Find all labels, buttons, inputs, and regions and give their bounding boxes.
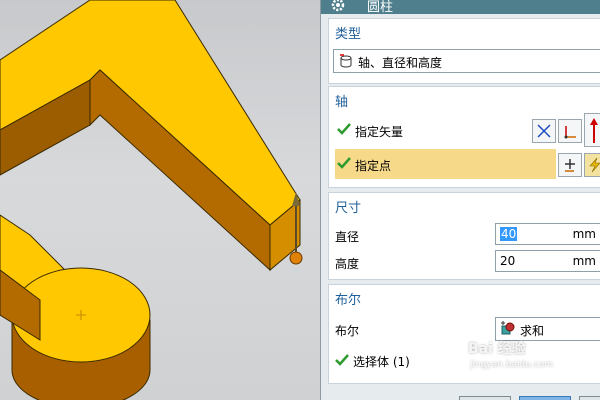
- dialog-title: 圆柱: [367, 0, 394, 15]
- type-select-value: 轴、直径和高度: [358, 56, 443, 70]
- boolean-label: 布尔: [335, 324, 360, 338]
- check-icon: [335, 354, 349, 366]
- check-icon: [337, 157, 351, 169]
- unite-icon: [501, 321, 515, 335]
- boolean-group-title: 布尔: [335, 293, 362, 308]
- specify-vector-label[interactable]: 指定矢量: [355, 123, 403, 140]
- height-value: 20: [500, 254, 516, 268]
- diameter-label: 直径: [335, 230, 360, 244]
- axis-group-title: 轴: [335, 95, 349, 110]
- diameter-input[interactable]: 40 mm: [495, 223, 600, 245]
- point-constructor-icon: [565, 159, 575, 172]
- cross-axes-icon: [537, 124, 551, 138]
- cylinder-icon: [340, 54, 352, 68]
- watermark-sub: jingyan.baidu.com: [470, 360, 554, 370]
- type-select[interactable]: 轴、直径和高度: [333, 49, 600, 73]
- cylinder-dialog: 圆柱 类型 轴、直径和高度 轴 指定矢量 指定点 尺寸 直径 40 mm 高度 …: [320, 0, 600, 400]
- diameter-unit: mm: [572, 227, 596, 241]
- height-input[interactable]: 20 mm: [495, 250, 600, 272]
- boolean-select-value: 求和: [520, 324, 545, 338]
- select-body-label[interactable]: 选择体 (1): [353, 353, 410, 370]
- specify-point-label[interactable]: 指定点: [355, 157, 391, 174]
- watermark-main: Bai 经验: [468, 341, 526, 357]
- axis-group: 轴 指定矢量 指定点: [328, 86, 600, 188]
- height-unit: mm: [572, 254, 596, 268]
- baidu-watermark: Bai 经验 jingyan.baidu.com: [468, 338, 553, 370]
- reverse-arrow-icon: [590, 118, 598, 143]
- graphics-viewport[interactable]: [0, 0, 320, 400]
- height-label: 高度: [335, 257, 360, 271]
- reverse-direction-button[interactable]: [584, 113, 600, 147]
- point-dialog-button[interactable]: [558, 153, 582, 177]
- check-icon: [337, 123, 351, 135]
- ok-button-partial[interactable]: [459, 396, 511, 400]
- cancel-button-partial[interactable]: [579, 396, 600, 400]
- lightning-icon: [589, 157, 600, 173]
- inferred-point-button[interactable]: [584, 153, 600, 177]
- type-group: 类型 轴、直径和高度: [328, 18, 600, 84]
- size-group-title: 尺寸: [335, 201, 362, 216]
- size-group: 尺寸 直径 40 mm 高度 20 mm: [328, 192, 600, 280]
- boolean-group: 布尔 布尔 求和 选择体 (1): [328, 284, 600, 384]
- apply-button-partial[interactable]: [519, 396, 571, 400]
- vector-dialog-button[interactable]: [532, 119, 556, 143]
- gear-icon: [331, 0, 345, 12]
- dialog-titlebar[interactable]: 圆柱: [321, 0, 600, 15]
- vector-type-button[interactable]: [558, 119, 582, 143]
- diameter-value: 40: [500, 227, 518, 241]
- axis-vector-icon: [564, 126, 576, 139]
- type-group-title: 类型: [335, 27, 362, 42]
- model-view: [0, 0, 303, 400]
